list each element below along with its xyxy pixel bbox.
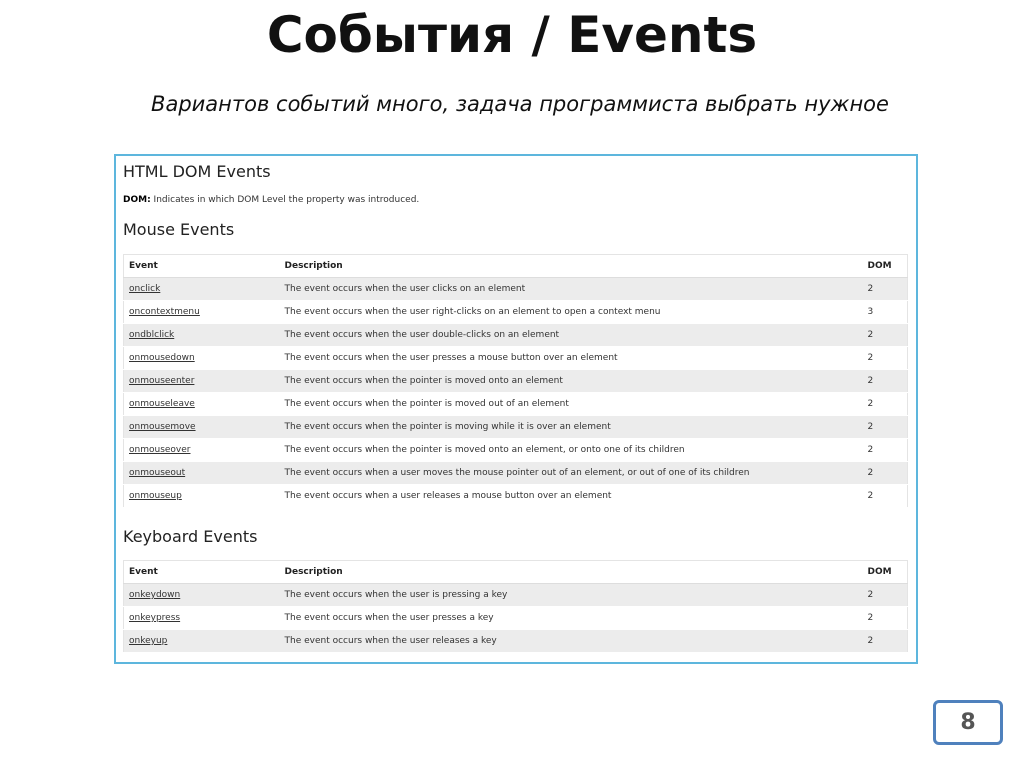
event-link[interactable]: onmouseenter [129,376,194,386]
event-dom-level: 2 [862,346,908,370]
event-description: The event occurs when the user double-cl… [279,323,863,347]
event-dom-level: 2 [862,461,908,485]
event-link[interactable]: onkeypress [129,613,180,623]
event-dom-level: 2 [862,392,908,416]
slide-subtitle: Вариантов событий много, задача программ… [151,92,889,116]
event-link[interactable]: onmousemove [129,422,196,432]
dom-note-text: Indicates in which DOM Level the propert… [150,195,420,205]
dom-note-label: DOM: [123,195,151,205]
table-row: onmouseup The event occurs when a user re… [123,484,908,508]
table-row: onmouseover The event occurs when the poi… [123,438,908,462]
event-description: The event occurs when the user clicks on… [279,277,863,301]
event-link[interactable]: oncontextmenu [129,307,200,317]
event-description: The event occurs when the user is pressi… [279,583,863,607]
table-row: onmouseleave The event occurs when the po… [123,392,908,416]
header-description: Description [279,560,863,584]
table-row: onkeypress The event occurs when the user… [123,606,908,630]
header-event: Event [123,254,280,278]
keyboard-events-table: Event Description DOM onkeydown The event… [123,560,908,653]
event-link[interactable]: onclick [129,284,160,294]
table-row: ondblclick The event occurs when the user… [123,323,908,347]
event-dom-level: 2 [862,277,908,301]
event-description: The event occurs when the pointer is mov… [279,369,863,393]
event-description: The event occurs when the user right-cli… [279,300,863,324]
dom-note: DOM: Indicates in which DOM Level the pr… [123,195,419,205]
event-description: The event occurs when the user presses a… [279,346,863,370]
event-link[interactable]: onmouseout [129,468,185,478]
keyboard-events-title: Keyboard Events [123,527,258,546]
table-row: onkeyup The event occurs when the user re… [123,629,908,653]
event-description: The event occurs when a user releases a … [279,484,863,508]
dom-events-panel: HTML DOM Events DOM: Indicates in which … [114,154,918,664]
header-dom: DOM [862,560,908,584]
event-link[interactable]: ondblclick [129,330,174,340]
event-dom-level: 2 [862,438,908,462]
event-link[interactable]: onmouseup [129,491,182,501]
event-dom-level: 2 [862,606,908,630]
event-link[interactable]: onkeyup [129,636,167,646]
slide-number: 8 [960,710,976,735]
table-row: onmouseout The event occurs when a user m… [123,461,908,485]
event-description: The event occurs when the user releases … [279,629,863,653]
slide-title: События / Events [266,6,758,64]
table-row: onmouseenter The event occurs when the po… [123,369,908,393]
event-link[interactable]: onkeydown [129,590,180,600]
table-header-row: Event Description DOM [123,254,908,278]
event-description: The event occurs when the pointer is mov… [279,392,863,416]
table-row: onmousedown The event occurs when the use… [123,346,908,370]
table-row: oncontextmenu The event occurs when the u… [123,300,908,324]
event-dom-level: 2 [862,583,908,607]
event-link[interactable]: onmousedown [129,353,195,363]
event-dom-level: 2 [862,415,908,439]
mouse-events-title: Mouse Events [123,220,235,239]
event-dom-level: 2 [862,369,908,393]
event-description: The event occurs when the pointer is mov… [279,438,863,462]
header-dom: DOM [862,254,908,278]
header-event: Event [123,560,280,584]
event-dom-level: 3 [862,300,908,324]
panel-title: HTML DOM Events [123,162,271,181]
slide-number-box: 8 [933,700,1003,745]
table-row: onclick The event occurs when the user cl… [123,277,908,301]
event-link[interactable]: onmouseleave [129,399,195,409]
mouse-events-table: Event Description DOM onclick The event o… [123,254,908,508]
event-dom-level: 2 [862,484,908,508]
table-row: onmousemove The event occurs when the poi… [123,415,908,439]
event-description: The event occurs when the user presses a… [279,606,863,630]
event-dom-level: 2 [862,629,908,653]
header-description: Description [279,254,863,278]
event-link[interactable]: onmouseover [129,445,190,455]
table-header-row: Event Description DOM [123,560,908,584]
event-dom-level: 2 [862,323,908,347]
event-description: The event occurs when the pointer is mov… [279,415,863,439]
table-row: onkeydown The event occurs when the user … [123,583,908,607]
event-description: The event occurs when a user moves the m… [279,461,863,485]
